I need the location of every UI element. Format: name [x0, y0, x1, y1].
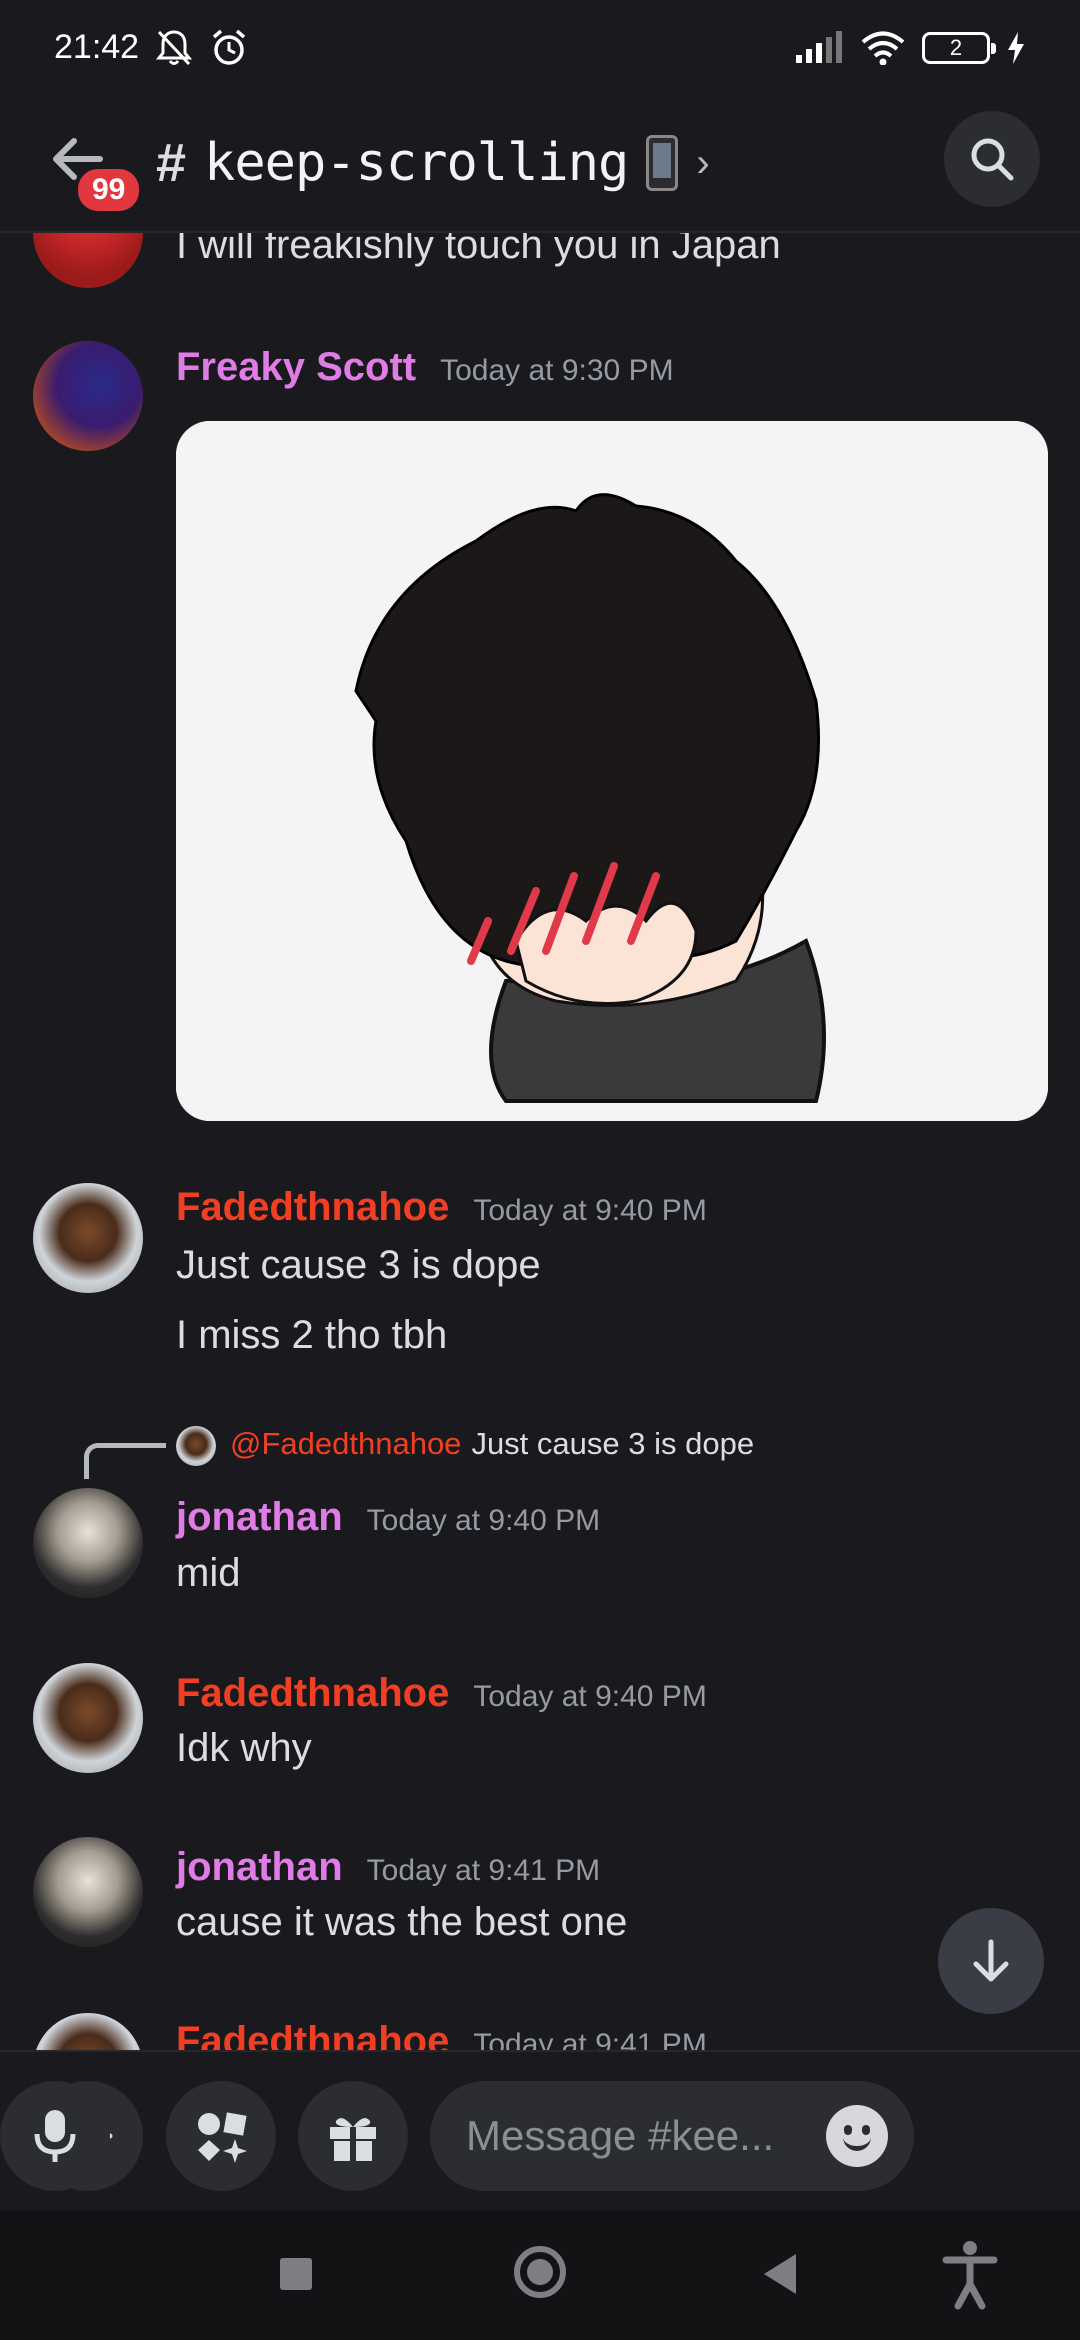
message-header: Fadedthnahoe Today at 9:41 PM [176, 2019, 707, 2050]
battery-level: 2 [949, 34, 963, 60]
apps-button[interactable] [166, 2081, 276, 2191]
channel-header: 99 # keep-scrolling › [0, 95, 1080, 233]
emoji-icon[interactable] [826, 2105, 888, 2167]
chevron-right-icon: › [696, 140, 710, 185]
timestamp: Today at 9:41 PM [366, 1854, 601, 1887]
accessibility-icon[interactable] [940, 2240, 1000, 2310]
author-name[interactable]: jonathan [176, 1495, 343, 1540]
reply-text: Just cause 3 is dope [471, 1426, 755, 1461]
mute-icon [155, 29, 193, 65]
microphone-icon [34, 2110, 76, 2162]
wifi-icon [861, 31, 905, 65]
battery-icon: 2 [922, 31, 996, 64]
message-input[interactable]: Message #kee... [430, 2081, 914, 2191]
phone-emoji-icon [646, 135, 679, 191]
apps-icon [198, 2112, 247, 2163]
author-name[interactable]: Fadedthnahoe [176, 1185, 449, 1230]
timestamp: Today at 9:30 PM [440, 354, 674, 387]
avatar[interactable] [33, 1183, 143, 1293]
message-header: jonathan Today at 9:41 PM [176, 1845, 600, 1890]
jump-to-latest-button[interactable] [938, 1908, 1044, 2014]
message-text: Just cause 3 is dope [176, 1243, 541, 1287]
avatar[interactable] [33, 341, 143, 451]
system-nav-bar [0, 2210, 1080, 2340]
message-header: Fadedthnahoe Today at 9:40 PM [176, 1185, 707, 1230]
timestamp: Today at 9:40 PM [366, 1504, 601, 1537]
charging-icon [1008, 31, 1024, 64]
message-header: Freaky Scott Today at 9:30 PM [176, 345, 674, 390]
message-text: mid [176, 1551, 241, 1595]
message-text: cause it was the best one [176, 1900, 628, 1944]
status-time: 21:42 [54, 28, 140, 66]
channel-hash-icon: # [156, 133, 187, 193]
unread-badge: 99 [74, 165, 144, 215]
search-button[interactable] [944, 111, 1040, 207]
message-text: I miss 2 tho tbh [176, 1313, 448, 1357]
gift-icon [330, 2118, 376, 2161]
message-header: jonathan Today at 9:40 PM [176, 1495, 600, 1540]
timestamp: Today at 9:40 PM [473, 1194, 707, 1227]
author-name[interactable]: Fadedthnahoe [176, 1671, 449, 1716]
message-header: Fadedthnahoe Today at 9:40 PM [176, 1671, 707, 1716]
avatar[interactable] [33, 1837, 143, 1947]
reply-connector [84, 1443, 166, 1479]
reply-mention: @Fadedthnahoe [230, 1426, 462, 1461]
message-input-placeholder: Message #kee... [466, 2112, 775, 2159]
channel-title[interactable]: # keep-scrolling › [156, 123, 710, 203]
message-list[interactable]: I will freakishly touch you in Japan Fre… [0, 233, 1080, 2050]
status-bar: 21:42 2 [0, 0, 1080, 95]
channel-name: keep-scrolling [204, 133, 629, 193]
reply-avatar [176, 1426, 216, 1466]
avatar[interactable] [33, 1488, 143, 1598]
arrow-down-icon [973, 1939, 1009, 1982]
author-name[interactable]: Fadedthnahoe [176, 2019, 449, 2050]
message-text: I will freakishly touch you in Japan [176, 233, 781, 267]
home-circle-icon[interactable] [514, 2246, 566, 2298]
anime-character-gif [176, 421, 1048, 1121]
message-composer: Message #kee... [0, 2050, 1080, 2210]
recents-square-icon[interactable] [280, 2258, 312, 2290]
message-text: Idk why [176, 1726, 312, 1770]
reply-preview[interactable]: @Fadedthnahoe Just cause 3 is dope [230, 1426, 754, 1462]
gift-button[interactable] [298, 2081, 408, 2191]
gif-attachment[interactable] [176, 421, 1048, 1121]
back-triangle-icon[interactable] [764, 2254, 796, 2294]
signal-icon [796, 30, 842, 63]
author-name[interactable]: Freaky Scott [176, 345, 416, 390]
avatar[interactable] [33, 1663, 143, 1773]
avatar[interactable] [33, 233, 143, 288]
alarm-icon [212, 29, 246, 65]
author-name[interactable]: jonathan [176, 1845, 343, 1890]
timestamp: Today at 9:40 PM [473, 1680, 707, 1713]
search-icon [971, 138, 1014, 181]
timestamp: Today at 9:41 PM [473, 2028, 707, 2050]
avatar[interactable] [33, 2013, 143, 2050]
voice-message-button[interactable] [0, 2081, 110, 2191]
